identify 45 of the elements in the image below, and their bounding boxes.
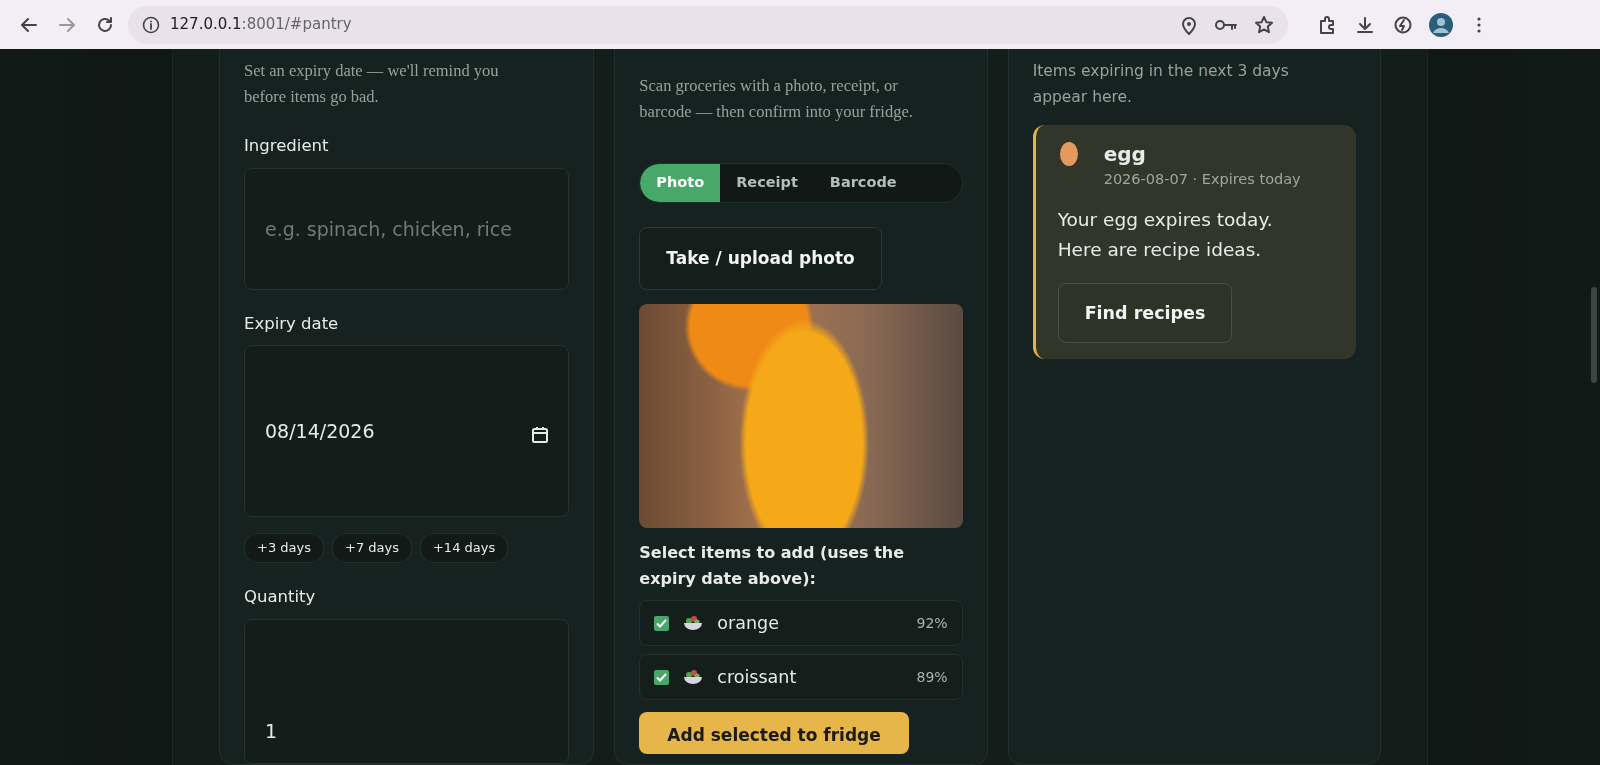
info-icon: [142, 15, 160, 34]
detected-item-row[interactable]: orange 92%: [639, 600, 963, 647]
egg-icon: [1057, 139, 1080, 167]
find-recipes-button[interactable]: Find recipes: [1057, 282, 1233, 343]
text-field[interactable]: e.g. spinach, chicken, rice: [244, 167, 570, 290]
expiry-meta: 2026-08-07 · Expires today: [1103, 170, 1301, 189]
mode-tab[interactable]: Barcode: [813, 164, 913, 202]
confidence-text: 92%: [916, 613, 948, 633]
field-label: Ingredient: [244, 135, 330, 157]
item-name: orange: [717, 612, 779, 636]
url-text[interactable]: 127.0.0.1:8001/#pantry: [170, 13, 352, 36]
date-chip[interactable]: +7 days: [332, 533, 412, 563]
download-icon[interactable]: [1355, 14, 1375, 35]
alert-message: Your egg expires today. Here are recipe ideas.: [1057, 207, 1274, 262]
bowl-icon: [683, 668, 704, 687]
calendar-icon[interactable]: [531, 425, 550, 444]
item-checkbox[interactable]: [654, 669, 670, 685]
confidence-text: 89%: [916, 667, 948, 687]
date-chip[interactable]: +14 days: [419, 533, 509, 563]
checkmark-icon: [656, 672, 668, 682]
scrollbar-thumb[interactable]: [1591, 287, 1597, 383]
item-checkbox[interactable]: [654, 615, 670, 631]
avatar-icon[interactable]: [1429, 12, 1453, 37]
field-label: Expiry date: [244, 312, 340, 335]
item-name: egg: [1103, 141, 1147, 168]
bowl-icon: [683, 614, 704, 633]
date-chip[interactable]: +3 days: [244, 533, 324, 563]
checkmark-icon: [656, 618, 668, 628]
field-label: Quantity: [244, 585, 317, 608]
star-icon[interactable]: [1254, 14, 1274, 35]
puzzle-icon[interactable]: [1317, 14, 1337, 35]
reload-icon[interactable]: [95, 14, 115, 35]
item-name: croissant: [717, 666, 797, 690]
lightning-icon[interactable]: [1393, 14, 1413, 35]
panel-description: Set an expiry date — we'll remind you before items go bad.: [244, 60, 500, 108]
date-field[interactable]: 08/14/2026: [244, 345, 570, 518]
number-field[interactable]: 1: [244, 618, 570, 764]
select-prompt: Select items to add (uses the expiry date above):: [639, 542, 906, 591]
mode-tab[interactable]: Receipt: [720, 164, 814, 202]
panel-description: Items expiring in the next 3 days appear here.: [1032, 61, 1290, 108]
location-pin-icon[interactable]: [1180, 14, 1198, 35]
detected-item-row[interactable]: croissant 89%: [639, 654, 963, 701]
panel-description: Scan groceries with a photo, receipt, or barcode — then confirm into your fridge.: [639, 75, 914, 123]
upload-photo-button[interactable]: Take / upload photo: [639, 226, 882, 291]
add-to-fridge-button[interactable]: Add selected to fridge: [639, 712, 909, 755]
